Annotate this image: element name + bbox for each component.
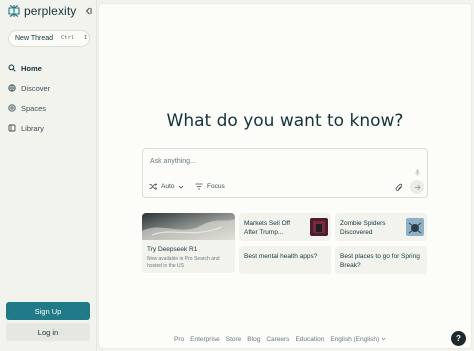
filter-icon [195, 183, 203, 190]
trending-card-title: Zombie Spiders Discovered [340, 220, 386, 236]
brand-name: perplexity [24, 4, 77, 18]
new-thread-label: New Thread [15, 35, 54, 42]
suggestion-card-title: Best mental health apps? [244, 253, 318, 260]
sidebar-item-home[interactable]: Home [8, 58, 90, 78]
chevron-down-icon [381, 337, 386, 341]
shortcut-key-ctrl: Ctrl [61, 35, 75, 41]
library-icon [8, 124, 16, 132]
ask-input[interactable]: Ask anything... [150, 158, 196, 165]
shuffle-icon [149, 183, 157, 190]
perplexity-logo-icon [8, 5, 20, 17]
card-thumbnail-image [310, 218, 328, 236]
sidebar-item-label: Library [21, 123, 44, 133]
shortcut-key-i: I [84, 35, 88, 41]
footer-links: Pro Enterprise Store Blog Careers Educat… [174, 336, 386, 343]
mic-icon[interactable] [415, 169, 420, 176]
sign-up-button[interactable]: Sign Up [6, 302, 90, 320]
sidebar-item-label: Spaces [21, 103, 47, 113]
footer-link-careers[interactable]: Careers [266, 336, 289, 343]
paperclip-icon[interactable] [395, 183, 403, 192]
footer-link-pro[interactable]: Pro [174, 336, 184, 343]
trending-card[interactable]: Markets Sell Off After Trump... [239, 213, 331, 241]
submit-button[interactable] [410, 180, 424, 194]
sidebar-item-label: Home [21, 63, 42, 73]
feature-card-subtitle: Now available in Pro Search and hosted i… [147, 256, 220, 269]
focus-button[interactable]: Focus [195, 183, 225, 190]
auto-mode-button[interactable]: Auto [149, 183, 188, 190]
help-button[interactable]: ? [451, 331, 466, 346]
globe-icon [8, 84, 16, 92]
auto-label: Auto [161, 183, 175, 190]
search-icon [8, 64, 16, 72]
page-title: What do you want to know? [166, 111, 404, 131]
sidebar-item-spaces[interactable]: Spaces [8, 98, 90, 118]
language-selector[interactable]: English (English) [330, 336, 386, 343]
sidebar-item-library[interactable]: Library [8, 118, 90, 138]
ask-input-box[interactable]: Ask anything... Auto Focus [142, 148, 428, 198]
logo[interactable]: perplexity [7, 4, 76, 18]
suggestion-card-title: Best places to go for Spring Break? [340, 253, 420, 269]
sidebar-item-label: Discover [21, 83, 51, 93]
footer-link-education[interactable]: Education [295, 336, 324, 343]
footer-link-enterprise[interactable]: Enterprise [190, 336, 220, 343]
sidebar-item-discover[interactable]: Discover [8, 78, 90, 98]
feature-card-title: Try Deepseek R1 [147, 246, 198, 253]
spaces-icon [8, 104, 16, 112]
main-panel: What do you want to know? Ask anything..… [98, 3, 472, 349]
sidebar-nav: Home Discover Spaces Library [8, 58, 90, 138]
card-thumbnail-image [406, 218, 424, 236]
language-label: English (English) [330, 336, 380, 343]
arrow-right-icon [414, 184, 421, 190]
new-thread-button[interactable]: New Thread Ctrl I [8, 30, 90, 47]
suggestion-card[interactable]: Best places to go for Spring Break? [335, 246, 427, 274]
footer-link-blog[interactable]: Blog [247, 336, 260, 343]
focus-label: Focus [207, 183, 225, 190]
sidebar: perplexity New Thread Ctrl I Home Discov… [0, 0, 97, 351]
suggestion-card[interactable]: Best mental health apps? [239, 246, 331, 274]
log-in-button[interactable]: Log in [6, 323, 90, 341]
collapse-sidebar-icon[interactable] [84, 7, 92, 15]
deepseek-banner-image [142, 213, 235, 240]
trending-card[interactable]: Zombie Spiders Discovered [335, 213, 427, 241]
footer-link-store[interactable]: Store [226, 336, 242, 343]
chevron-down-icon [179, 185, 184, 189]
feature-card-deepseek[interactable]: Try Deepseek R1 Now available in Pro Sea… [142, 213, 235, 273]
trending-card-title: Markets Sell Off After Trump... [244, 220, 291, 236]
